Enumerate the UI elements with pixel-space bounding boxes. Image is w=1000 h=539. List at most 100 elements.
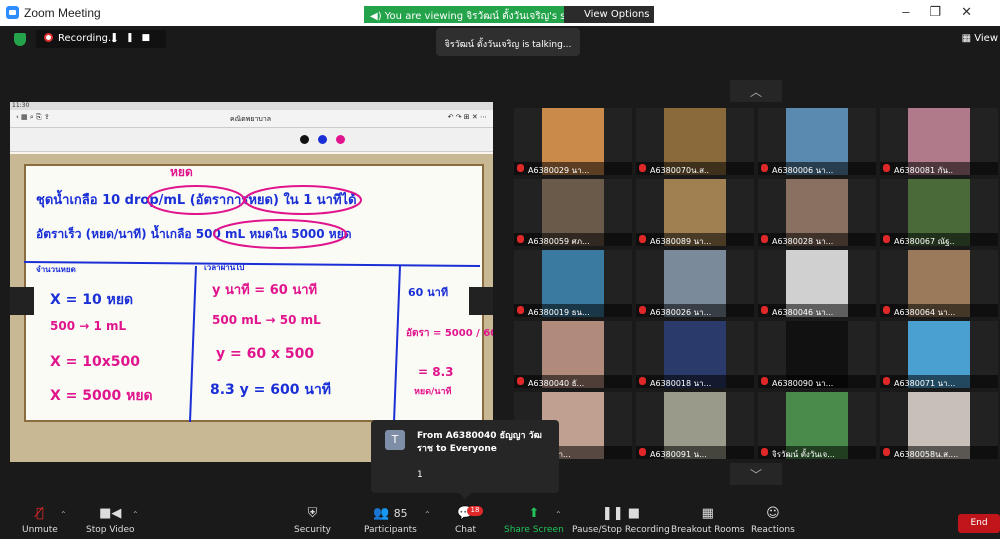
participant-tile[interactable]: A6380058น.ส.... <box>880 392 998 459</box>
view-options-button[interactable]: View Options ⌄ <box>564 6 661 23</box>
pause-recording-button[interactable]: ❚❚ ■ Pause/Stop Recording <box>572 506 670 535</box>
participant-name: A6380018 นา... <box>636 375 754 388</box>
doc-title: คณิตพยาบาล <box>230 115 272 123</box>
participant-tile[interactable]: A6380040 ธั... <box>514 321 632 388</box>
unmute-button[interactable]: 🎙̸ Unmute <box>22 506 58 535</box>
participant-tile[interactable]: A6380059 ศภ... <box>514 179 632 246</box>
mic-muted-icon <box>883 235 890 243</box>
participant-tile[interactable]: จิรวัฒน์ ตั้งวันเจ... <box>758 392 876 459</box>
participant-tile[interactable]: A6380090 นา... <box>758 321 876 388</box>
participant-tile[interactable]: A6380029 นา... <box>514 108 632 175</box>
mic-muted-icon <box>761 448 768 456</box>
mic-muted-icon <box>883 377 890 385</box>
mic-muted-icon <box>761 235 768 243</box>
participant-tile[interactable]: A6380026 นา... <box>636 250 754 317</box>
mic-muted-icon <box>761 377 768 385</box>
participant-tile[interactable]: A6380028 นา... <box>758 179 876 246</box>
participant-name: A6380006 นา... <box>758 162 876 175</box>
participant-name: จิรวัฒน์ ตั้งวันเจ... <box>758 446 876 459</box>
participant-name: A6380019 ธน... <box>514 304 632 317</box>
audio-options-caret[interactable]: ⌃ <box>60 510 67 519</box>
participants-label: Participants <box>364 525 417 535</box>
chat-from: From A6380040 ธัญญา วัฒ ราช to Everyone <box>417 431 542 454</box>
chat-badge: 18 <box>467 506 483 516</box>
mic-muted-icon <box>761 164 768 172</box>
participant-name: A6380071 นา... <box>880 375 998 388</box>
end-button[interactable]: End <box>958 514 1000 533</box>
hw-c4: หยด/นาที <box>414 386 452 397</box>
mic-muted-icon <box>761 306 768 314</box>
view-options-label: View Options <box>584 9 650 20</box>
participant-name: A6380046 นา... <box>758 304 876 317</box>
video-camera-icon: ■◀ <box>99 506 122 521</box>
pen-toolbar <box>10 128 493 152</box>
hw-a2: 500 → 1 mL <box>50 319 126 333</box>
participant-tile[interactable]: A6380089 นา... <box>636 179 754 246</box>
mic-muted-icon: 🎙̸ <box>36 506 44 521</box>
breakout-rooms-button[interactable]: ▦ Breakout Rooms <box>671 506 745 535</box>
participant-tile[interactable]: A6380006 นา... <box>758 108 876 175</box>
participants-caret[interactable]: ⌃ <box>424 510 431 519</box>
security-button[interactable]: ⛨ Security <box>294 506 331 535</box>
shield-icon[interactable] <box>14 33 26 46</box>
participant-tile[interactable]: A6380091 น... <box>636 392 754 459</box>
talking-indicator: จิรวัฒน์ ตั้งวันเจริญ is talking... <box>436 28 580 56</box>
hw-c1: 60 นาที <box>408 286 448 299</box>
participant-name: A6380081 กัน.. <box>880 162 998 175</box>
participant-name: A6380058น.ส.... <box>880 446 998 459</box>
pause-stop-icon: ❚❚ ■ <box>601 506 641 521</box>
left-panel-handle[interactable] <box>10 287 34 315</box>
view-button[interactable]: ▦ View <box>962 33 998 44</box>
participant-name: A6380029 นา... <box>514 162 632 175</box>
participant-tile[interactable]: A6380067 ณัฐ.. <box>880 179 998 246</box>
window-controls[interactable]: –❐✕ <box>902 4 992 20</box>
participant-tile[interactable]: A6380070น.ส.. <box>636 108 754 175</box>
chat-label: Chat <box>455 525 477 535</box>
hw-sec1: จำนวนหยด <box>36 265 76 274</box>
recording-indicator: Recording... ❚❚■ <box>36 30 166 48</box>
right-panel-handle[interactable] <box>469 287 493 315</box>
hw-hyd: หยด <box>170 165 193 179</box>
notes-nav-icons: ‹ ▦ ⌕ ⎘ ⇪ <box>16 113 50 121</box>
chat-message: 1 <box>417 470 423 480</box>
mic-muted-icon <box>883 306 890 314</box>
participants-count: 85 <box>393 507 408 520</box>
hw-line2: อัตราเร็ว (หยด/นาที) น้ำเกลือ 500 mL หมด… <box>36 224 352 241</box>
mic-muted-icon <box>517 306 524 314</box>
participant-tile[interactable]: A6380046 นา... <box>758 250 876 317</box>
participant-tile[interactable]: A6380071 นา... <box>880 321 998 388</box>
hw-sec2: เวลาผ่านไป <box>204 262 244 272</box>
recording-label: Recording... <box>58 33 118 44</box>
participant-tile[interactable]: A6380019 ธน... <box>514 250 632 317</box>
participant-tile[interactable]: A6380018 นา... <box>636 321 754 388</box>
status-time: 11:30 <box>12 102 30 109</box>
stop-video-button[interactable]: ■◀ Stop Video <box>86 506 135 535</box>
participant-name: A6380059 ศภ... <box>514 233 632 246</box>
mic-muted-icon <box>517 164 524 172</box>
chat-notification[interactable]: T From A6380040 ธัญญา วัฒ ราช to Everyon… <box>371 420 559 499</box>
scroll-down-button[interactable]: ﹀ <box>730 463 782 485</box>
hw-a4: X = 5000 หยด <box>50 388 153 404</box>
participants-button[interactable]: 👥 85 Participants <box>364 506 417 535</box>
security-label: Security <box>294 525 331 535</box>
mic-muted-icon <box>639 448 646 456</box>
shared-screen: 11:30 ‹ ▦ ⌕ ⎘ ⇪ คณิตพยาบาล ↶ ↷ ⊞ ✕ ⋯ หยด… <box>10 102 493 462</box>
recording-dot-icon <box>44 33 53 42</box>
participant-name: A6380040 ธั... <box>514 375 632 388</box>
pause-recording-label: Pause/Stop Recording <box>572 525 670 535</box>
participant-tile[interactable]: A6380081 กัน.. <box>880 108 998 175</box>
hw-line1: ชุดน้ำเกลือ 10 drop/mL (อัตราการหยด) ใน … <box>36 189 357 208</box>
participant-name: A6380064 นา... <box>880 304 998 317</box>
hw-c3: = 8.3 <box>418 365 454 379</box>
participant-name: A6380067 ณัฐ.. <box>880 233 998 246</box>
video-options-caret[interactable]: ⌃ <box>132 510 139 519</box>
stop-video-label: Stop Video <box>86 525 135 535</box>
share-options-caret[interactable]: ⌃ <box>555 510 562 519</box>
breakout-label: Breakout Rooms <box>671 525 745 535</box>
hw-b3: y = 60 x 500 <box>216 346 314 362</box>
reactions-button[interactable]: ☺ Reactions <box>751 506 795 535</box>
mic-muted-icon <box>517 377 524 385</box>
participant-tile[interactable]: A6380064 นา... <box>880 250 998 317</box>
scroll-up-button[interactable]: ︿ <box>730 80 782 102</box>
recording-controls[interactable]: ❚❚■ <box>110 33 158 43</box>
